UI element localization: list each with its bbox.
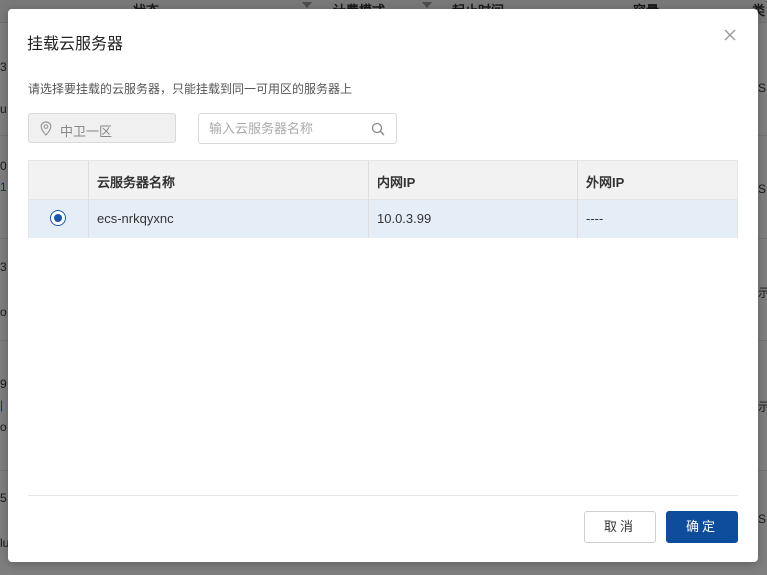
location-pin-icon bbox=[40, 121, 52, 141]
row-select-radio[interactable] bbox=[50, 210, 66, 226]
search-icon[interactable] bbox=[371, 122, 385, 141]
mount-server-dialog: 挂载云服务器 请选择要挂载的云服务器，只能挂载到同一可用区的服务器上 中卫一区 … bbox=[8, 9, 758, 562]
private-ip-cell: 10.0.3.99 bbox=[377, 211, 432, 226]
close-icon[interactable] bbox=[722, 27, 738, 43]
cancel-button[interactable]: 取消 bbox=[584, 511, 656, 543]
server-search-input[interactable] bbox=[209, 119, 359, 138]
public-ip-cell: ---- bbox=[586, 211, 604, 226]
radio-selected-dot bbox=[54, 214, 62, 222]
server-name-cell: ecs-nrkqyxnc bbox=[97, 211, 174, 226]
dialog-description: 请选择要挂载的云服务器，只能挂载到同一可用区的服务器上 bbox=[28, 82, 353, 96]
footer-divider bbox=[28, 495, 738, 496]
zone-value: 中卫一区 bbox=[60, 124, 113, 139]
dialog-title: 挂载云服务器 bbox=[27, 36, 124, 53]
column-divider bbox=[577, 161, 578, 238]
column-header-public-ip: 外网IP bbox=[586, 175, 625, 190]
column-divider bbox=[88, 161, 89, 238]
column-header-name: 云服务器名称 bbox=[97, 175, 176, 190]
column-divider bbox=[368, 161, 369, 238]
server-table: 云服务器名称 内网IP 外网IP ecs-nrkqyxnc 10.0.3.99 … bbox=[28, 160, 738, 238]
availability-zone-field: 中卫一区 bbox=[28, 113, 176, 143]
confirm-button[interactable]: 确定 bbox=[666, 511, 738, 543]
table-row[interactable]: ecs-nrkqyxnc 10.0.3.99 ---- bbox=[29, 200, 737, 238]
column-header-private-ip: 内网IP bbox=[377, 175, 416, 190]
server-search-box bbox=[198, 113, 397, 144]
table-header: 云服务器名称 内网IP 外网IP bbox=[29, 161, 737, 200]
